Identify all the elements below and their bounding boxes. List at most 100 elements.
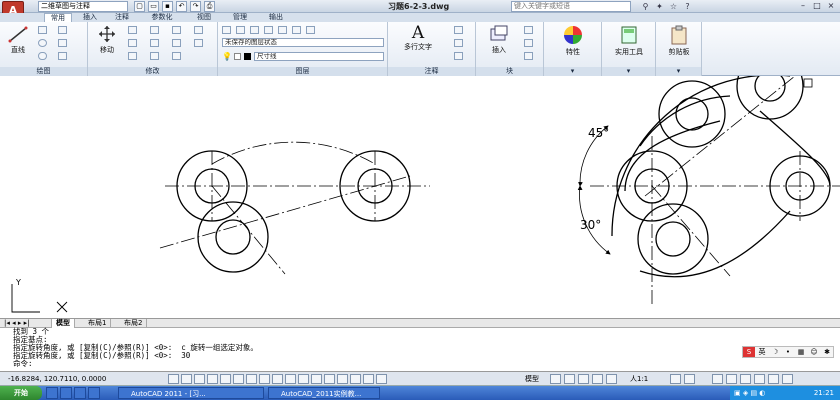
tab-annotate[interactable]: 注释 [108, 13, 136, 22]
layer-properties-icon[interactable] [222, 26, 231, 34]
maximize-button[interactable]: □ [811, 1, 823, 12]
edit-block-icon[interactable] [524, 39, 533, 47]
status-icon[interactable] [376, 374, 387, 384]
insert-button[interactable]: 插入 [484, 25, 514, 55]
infer-icon[interactable] [168, 374, 179, 384]
binoculars-icon[interactable]: ⚲ [640, 1, 651, 12]
circle-icon[interactable] [38, 39, 47, 47]
layout-icon[interactable] [550, 374, 561, 384]
plot-icon[interactable]: ⎙ [204, 1, 215, 12]
tools-icon[interactable]: ✱ [821, 347, 833, 357]
tab-manage[interactable]: 管理 [226, 13, 254, 22]
line-button[interactable]: 直线 [3, 25, 33, 55]
tab-output[interactable]: 输出 [262, 13, 290, 22]
otrack-icon[interactable] [259, 374, 270, 384]
draw-panel-label[interactable]: 绘图 [0, 67, 87, 76]
properties-button[interactable]: 特性 [552, 25, 594, 57]
explode-icon[interactable] [194, 26, 203, 34]
modify-panel-label[interactable]: 修改 [88, 67, 217, 76]
layer-icon[interactable] [236, 26, 245, 34]
create-block-icon[interactable] [524, 26, 533, 34]
tab-layout2[interactable]: 布局2 [120, 319, 148, 328]
scale-icon[interactable] [150, 52, 159, 60]
keyboard-icon[interactable]: ▦ [795, 347, 807, 357]
subscription-icon[interactable]: ✦ [654, 1, 665, 12]
annotation-panel-label[interactable]: 注释 [388, 67, 475, 76]
open-icon[interactable]: ▭ [148, 1, 159, 12]
ducs-icon[interactable] [272, 374, 283, 384]
3dosnap-icon[interactable] [246, 374, 257, 384]
command-prompt[interactable]: 命令: [13, 360, 840, 368]
current-layer-dropdown[interactable]: 尺寸线 [254, 52, 384, 61]
autoscale-icon[interactable] [684, 374, 695, 384]
array-icon[interactable] [172, 52, 181, 60]
annotation-visibility-icon[interactable] [670, 374, 681, 384]
quicklaunch-icon[interactable] [74, 387, 86, 399]
dyn-icon[interactable] [285, 374, 296, 384]
snap-icon[interactable] [181, 374, 192, 384]
taskbar-item-tutorial[interactable]: AutoCAD_2011实例教... [268, 387, 380, 399]
quicklaunch-icon[interactable] [88, 387, 100, 399]
new-icon[interactable]: ▢ [134, 1, 145, 12]
steering-wheel-icon[interactable] [606, 374, 617, 384]
redo-icon[interactable]: ↷ [190, 1, 201, 12]
layers-panel-label[interactable]: 图层 [218, 67, 387, 76]
annotation-scale[interactable]: 人1:1 [630, 372, 648, 386]
annotation-monitor-icon[interactable] [350, 374, 361, 384]
arc-icon[interactable] [38, 52, 47, 60]
mtext-button[interactable]: A 多行文字 [394, 24, 442, 52]
tray-icons[interactable]: ▣ ◈ ▤ ◐ [734, 389, 765, 397]
start-button[interactable]: 开始 [0, 386, 42, 400]
tab-parametric[interactable]: 参数化 [142, 13, 182, 22]
quicklaunch-icon[interactable] [60, 387, 72, 399]
punct-icon[interactable]: • [782, 347, 794, 357]
lock-icon[interactable] [726, 374, 737, 384]
drawing-canvas[interactable]: Y 45° 30° [0, 52, 840, 319]
hatch-icon[interactable] [58, 39, 67, 47]
layer-icon[interactable] [292, 26, 301, 34]
status-menu-icon[interactable] [768, 374, 779, 384]
communication-icon[interactable]: ☆ [668, 1, 679, 12]
tab-model[interactable]: 模型 [52, 319, 75, 328]
layer-state-dropdown[interactable]: 未保存的图层状态 [222, 38, 384, 47]
layer-icon[interactable] [264, 26, 273, 34]
polar-icon[interactable] [220, 374, 231, 384]
hardware-accel-icon[interactable] [740, 374, 751, 384]
move-button[interactable]: 移动 [94, 25, 120, 55]
search-input[interactable]: 键入关键字或短语 [511, 1, 631, 12]
clipboard-panel-dropdown[interactable]: ▾ [656, 67, 701, 76]
model-space-label[interactable]: 模型 [525, 372, 539, 386]
help-icon[interactable]: ? [682, 1, 693, 12]
command-window[interactable]: 找到 3 个 指定基点: 指定旋转角度, 或 [复制(C)/参照(R)] <0>… [0, 328, 840, 372]
tab-layout1[interactable]: 布局1 [84, 319, 112, 328]
save-icon[interactable]: ▪ [162, 1, 173, 12]
selection-cycling-icon[interactable] [337, 374, 348, 384]
leader-icon[interactable] [454, 39, 463, 47]
clean-screen-icon[interactable] [782, 374, 793, 384]
layer-icon[interactable] [306, 26, 315, 34]
pan-icon[interactable] [578, 374, 589, 384]
fillet-icon[interactable] [172, 39, 181, 47]
quicklaunch-icon[interactable] [46, 387, 58, 399]
status-icon[interactable] [363, 374, 374, 384]
clipboard-button[interactable]: 剪贴板 [658, 25, 700, 57]
properties-panel-dropdown[interactable]: ▾ [544, 67, 601, 76]
layout-icon[interactable] [564, 374, 575, 384]
ortho-icon[interactable] [207, 374, 218, 384]
zoom-icon[interactable] [592, 374, 603, 384]
utilities-panel-dropdown[interactable]: ▾ [602, 67, 655, 76]
utilities-button[interactable]: 实用工具 [604, 25, 654, 57]
erase-icon[interactable] [172, 26, 181, 34]
ime-lang[interactable]: 英 [756, 347, 768, 357]
grid-icon[interactable] [194, 374, 205, 384]
table-icon[interactable] [58, 52, 67, 60]
offset-icon[interactable] [194, 39, 203, 47]
block-panel-label[interactable]: 块 [476, 67, 543, 76]
layer-icon[interactable] [250, 26, 259, 34]
polyline-icon[interactable] [38, 26, 47, 34]
attribute-icon[interactable] [524, 52, 533, 60]
layer-icon[interactable] [278, 26, 287, 34]
transparency-icon[interactable] [311, 374, 322, 384]
rotate-icon[interactable] [128, 26, 137, 34]
stretch-icon[interactable] [128, 52, 137, 60]
